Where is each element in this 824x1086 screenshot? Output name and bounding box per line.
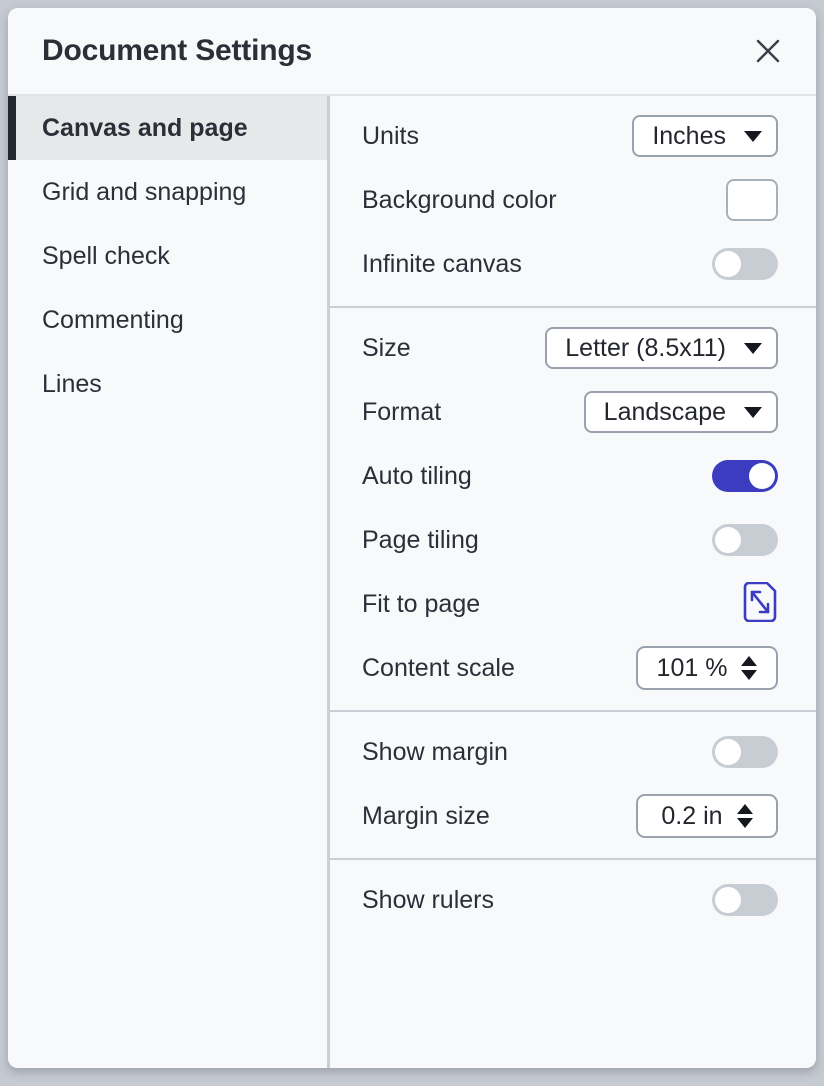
margin-size-stepper[interactable]: 0.2 in (636, 794, 778, 838)
toggle-knob (715, 251, 741, 277)
auto-tiling-label: Auto tiling (362, 462, 712, 491)
toggle-knob (715, 887, 741, 913)
arrow-down-icon[interactable] (737, 818, 753, 828)
infinite-canvas-label: Infinite canvas (362, 250, 712, 279)
content-scale-label: Content scale (362, 654, 636, 683)
chevron-down-icon (744, 131, 762, 142)
spinner-arrows[interactable] (737, 804, 753, 828)
toggle-knob (715, 739, 741, 765)
arrow-up-icon[interactable] (741, 656, 757, 666)
sidebar-item-lines[interactable]: Lines (8, 352, 327, 416)
row-units: Units Inches (330, 104, 816, 168)
settings-content: Units Inches Background color In (330, 96, 816, 1068)
row-background-color: Background color (330, 168, 816, 232)
format-label: Format (362, 398, 584, 427)
margin-size-value: 0.2 in (661, 802, 722, 831)
fit-to-page-icon[interactable] (742, 582, 778, 627)
show-rulers-label: Show rulers (362, 886, 712, 915)
row-size: Size Letter (8.5x11) (330, 316, 816, 380)
infinite-canvas-toggle[interactable] (712, 248, 778, 280)
row-content-scale: Content scale 101 % (330, 636, 816, 700)
settings-sidebar: Canvas and page Grid and snapping Spell … (8, 96, 330, 1068)
spinner-arrows[interactable] (741, 656, 757, 680)
dialog-header: Document Settings (8, 8, 816, 96)
group-page: Size Letter (8.5x11) Format Landscape (330, 308, 816, 712)
row-margin-size: Margin size 0.2 in (330, 784, 816, 848)
units-select[interactable]: Inches (632, 115, 778, 157)
sidebar-item-canvas-and-page[interactable]: Canvas and page (8, 96, 327, 160)
sidebar-item-label: Canvas and page (42, 114, 248, 143)
sidebar-item-label: Spell check (42, 242, 170, 271)
sidebar-item-label: Lines (42, 370, 102, 399)
size-label: Size (362, 334, 545, 363)
page-tiling-label: Page tiling (362, 526, 712, 555)
arrow-down-icon[interactable] (741, 670, 757, 680)
row-fit-to-page: Fit to page (330, 572, 816, 636)
sidebar-item-grid-and-snapping[interactable]: Grid and snapping (8, 160, 327, 224)
background-color-label: Background color (362, 186, 726, 215)
sidebar-item-spell-check[interactable]: Spell check (8, 224, 327, 288)
row-show-margin: Show margin (330, 720, 816, 784)
margin-size-label: Margin size (362, 802, 636, 831)
fit-to-page-label: Fit to page (362, 590, 742, 619)
background-color-swatch[interactable] (726, 179, 778, 221)
page-title: Document Settings (42, 34, 312, 68)
sidebar-item-label: Commenting (42, 306, 184, 335)
close-button[interactable] (746, 29, 790, 73)
dialog-body: Canvas and page Grid and snapping Spell … (8, 96, 816, 1068)
group-margin: Show margin Margin size 0.2 in (330, 712, 816, 860)
row-show-rulers: Show rulers (330, 868, 816, 932)
sidebar-item-commenting[interactable]: Commenting (8, 288, 327, 352)
close-icon (753, 36, 783, 66)
format-select[interactable]: Landscape (584, 391, 778, 433)
units-label: Units (362, 122, 632, 151)
group-canvas: Units Inches Background color In (330, 96, 816, 308)
document-settings-dialog: Document Settings Canvas and page Grid a… (8, 8, 816, 1068)
auto-tiling-toggle[interactable] (712, 460, 778, 492)
show-margin-toggle[interactable] (712, 736, 778, 768)
row-format: Format Landscape (330, 380, 816, 444)
chevron-down-icon (744, 343, 762, 354)
format-value: Landscape (604, 398, 726, 427)
toggle-knob (715, 527, 741, 553)
row-page-tiling: Page tiling (330, 508, 816, 572)
show-rulers-toggle[interactable] (712, 884, 778, 916)
chevron-down-icon (744, 407, 762, 418)
row-infinite-canvas: Infinite canvas (330, 232, 816, 296)
toggle-knob (749, 463, 775, 489)
size-value: Letter (8.5x11) (565, 334, 726, 363)
arrow-up-icon[interactable] (737, 804, 753, 814)
size-select[interactable]: Letter (8.5x11) (545, 327, 778, 369)
row-auto-tiling: Auto tiling (330, 444, 816, 508)
sidebar-item-label: Grid and snapping (42, 178, 246, 207)
units-value: Inches (652, 122, 726, 151)
content-scale-stepper[interactable]: 101 % (636, 646, 778, 690)
page-tiling-toggle[interactable] (712, 524, 778, 556)
group-rulers: Show rulers (330, 860, 816, 1068)
content-scale-value: 101 % (657, 654, 728, 683)
show-margin-label: Show margin (362, 738, 712, 767)
